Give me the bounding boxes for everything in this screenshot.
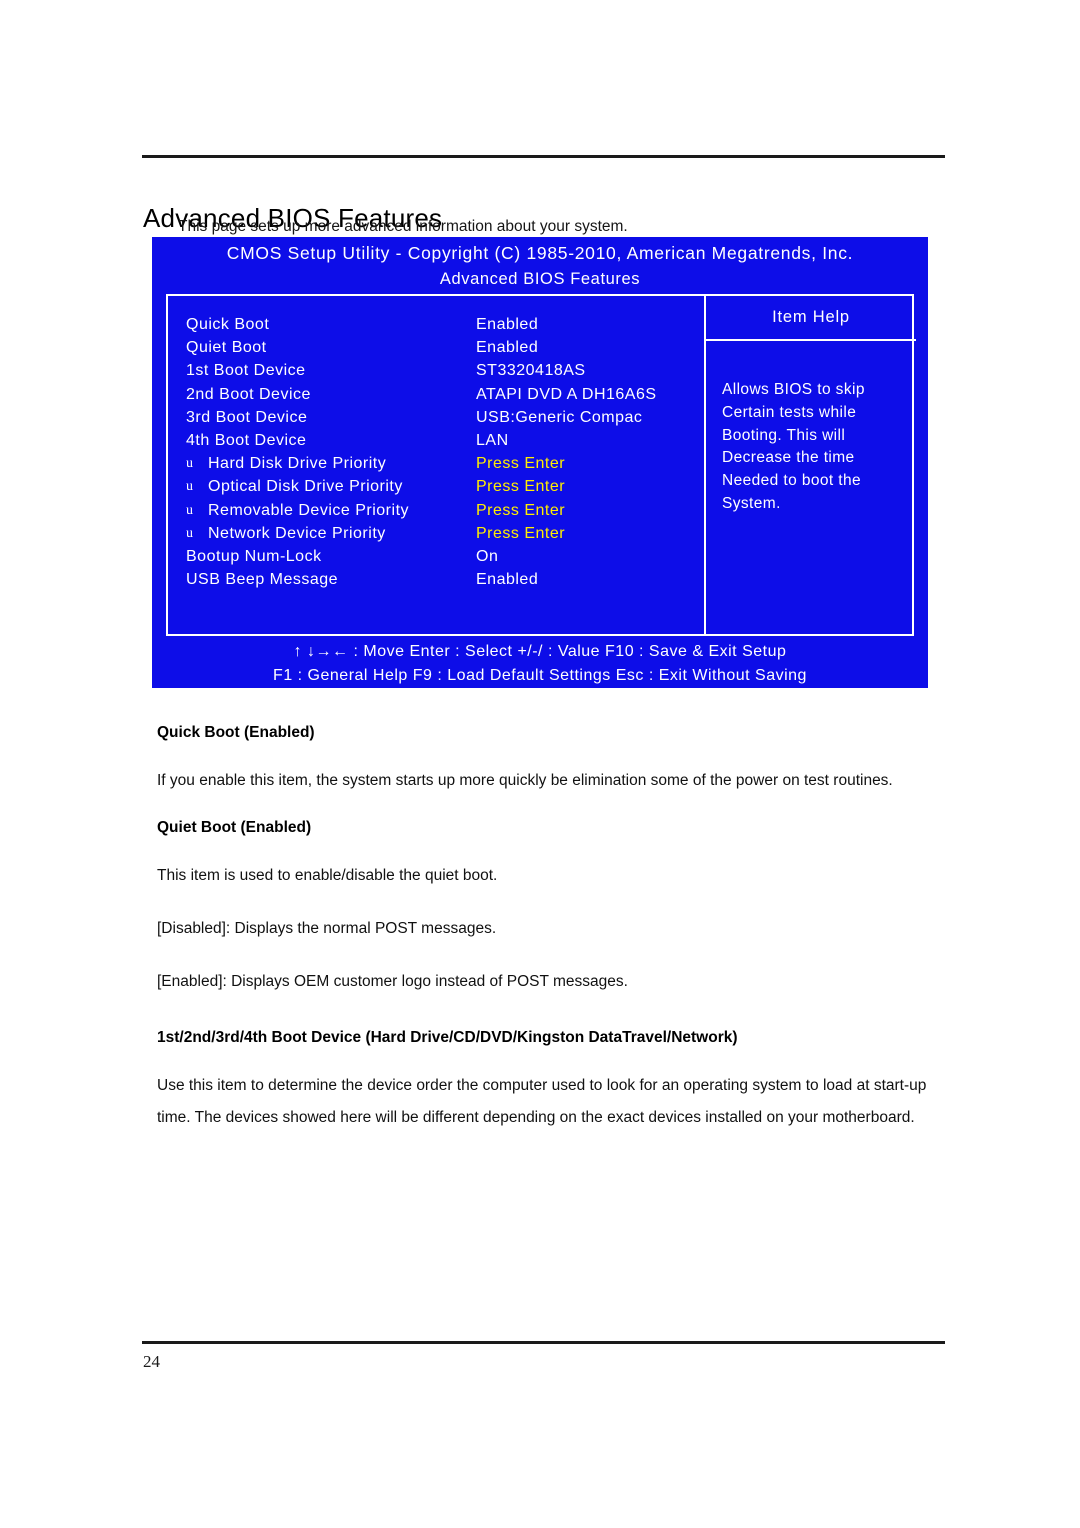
setting-value[interactable]: On [476, 548, 498, 566]
section-paragraph: [Disabled]: Displays the normal POST mes… [157, 920, 497, 937]
setting-row-bootup-num-lock[interactable]: Bootup Num-Lock On [186, 548, 696, 571]
section-heading-quiet-boot: Quiet Boot (Enabled) [157, 819, 312, 836]
setting-row-usb-beep-message[interactable]: USB Beep Message Enabled [186, 571, 696, 594]
setting-value[interactable]: ST3320418AS [476, 362, 586, 380]
setting-value[interactable]: USB:Generic Compac [476, 409, 642, 427]
submenu-arrow-icon: u [186, 525, 194, 541]
document-page: Advanced BIOS Features This page sets up… [0, 0, 1080, 1528]
setting-value[interactable]: Press Enter [476, 502, 565, 520]
section-paragraph: If you enable this item, the system star… [157, 772, 893, 789]
setting-row-quick-boot[interactable]: Quick Boot Enabled [186, 316, 696, 339]
setting-value[interactable]: Press Enter [476, 455, 565, 473]
item-help-line: System. [722, 494, 781, 512]
setting-row-2nd-boot-device[interactable]: 2nd Boot Device ATAPI DVD A DH16A6S [186, 386, 696, 409]
setting-row-4th-boot-device[interactable]: 4th Boot Device LAN [186, 432, 696, 455]
bios-page-header: Advanced BIOS Features [439, 270, 641, 288]
setting-value[interactable]: Press Enter [476, 478, 565, 496]
key-legend-line-1: ↑ ↓→← : Move Enter : Select +/-/ : Value… [293, 643, 787, 660]
section-paragraph: Use this item to determine the device or… [157, 1077, 927, 1126]
page-number: 24 [143, 1352, 160, 1371]
item-help-line: Allows BIOS to skip [722, 381, 865, 398]
setting-label: Optical Disk Drive Priority [208, 478, 403, 496]
setting-label: Bootup Num-Lock [186, 547, 322, 565]
setting-label: 2nd Boot Device [186, 385, 311, 403]
item-help-text: Allows BIOS to skip Certain tests while … [722, 379, 912, 516]
item-help-line: Booting. This will [722, 426, 846, 444]
item-help-line: Needed to boot the [722, 472, 862, 490]
setting-value[interactable]: Enabled [476, 339, 538, 357]
setting-label: Quiet Boot [186, 339, 267, 357]
setting-label: USB Beep Message [186, 571, 339, 589]
bios-settings-list: Quick Boot Enabled Quiet Boot Enabled 1s… [186, 316, 696, 594]
section-paragraph: [Enabled]: Displays OEM customer logo in… [157, 973, 628, 990]
submenu-arrow-icon: u [186, 502, 194, 518]
bios-main-frame: Quick Boot Enabled Quiet Boot Enabled 1s… [166, 294, 916, 636]
bios-setup-screen: CMOS Setup Utility - Copyright (C) 1985-… [152, 237, 928, 688]
setting-value[interactable]: LAN [476, 432, 509, 450]
item-help-line: Certain tests while [722, 403, 857, 421]
setting-label: Removable Device Priority [208, 501, 410, 519]
setting-value[interactable]: Press Enter [476, 525, 565, 543]
bios-settings-panel: Quick Boot Enabled Quiet Boot Enabled 1s… [168, 296, 706, 634]
section-paragraph: This item is used to enable/disable the … [157, 867, 498, 884]
bios-key-legend: ↑ ↓→← : Move Enter : Select +/-/ : Value… [166, 640, 914, 688]
key-legend-line-2: F1 : General Help F9 : Load Default Sett… [273, 667, 807, 684]
bios-copyright-header: CMOS Setup Utility - Copyright (C) 1985-… [226, 243, 854, 263]
page-subtitle: This page sets up more advanced informat… [178, 218, 628, 235]
setting-row-1st-boot-device[interactable]: 1st Boot Device ST3320418AS [186, 362, 696, 385]
submenu-arrow-icon: u [186, 456, 194, 472]
setting-row-3rd-boot-device[interactable]: 3rd Boot Device USB:Generic Compac [186, 409, 696, 432]
item-help-heading: Item Help [706, 296, 916, 341]
section-heading-boot-device: 1st/2nd/3rd/4th Boot Device (Hard Drive/… [157, 1029, 738, 1046]
item-help-panel: Item Help Allows BIOS to skip Certain te… [706, 296, 916, 634]
setting-row-quiet-boot[interactable]: Quiet Boot Enabled [186, 339, 696, 362]
section-heading-quick-boot: Quick Boot (Enabled) [157, 724, 315, 741]
setting-row-optical-disk-drive-priority[interactable]: u Optical Disk Drive Priority Press Ente… [186, 478, 696, 501]
setting-label: 1st Boot Device [186, 362, 306, 380]
footer-divider-rule [142, 1341, 945, 1344]
setting-label: Network Device Priority [208, 524, 386, 542]
setting-row-network-device-priority[interactable]: u Network Device Priority Press Enter [186, 525, 696, 548]
body-copy: Quick Boot (Enabled) If you enable this … [157, 724, 947, 1156]
header-divider-rule [142, 155, 945, 158]
setting-label: Quick Boot [186, 316, 270, 333]
setting-value[interactable]: Enabled [476, 571, 538, 589]
setting-row-removable-device-priority[interactable]: u Removable Device Priority Press Enter [186, 502, 696, 525]
submenu-arrow-icon: u [186, 479, 194, 495]
setting-label: Hard Disk Drive Priority [208, 455, 387, 473]
setting-label: 4th Boot Device [186, 431, 307, 449]
setting-row-hard-disk-drive-priority[interactable]: u Hard Disk Drive Priority Press Enter [186, 455, 696, 478]
setting-value[interactable]: Enabled [476, 316, 538, 334]
item-help-line: Decrease the time [722, 449, 855, 467]
setting-value[interactable]: ATAPI DVD A DH16A6S [476, 386, 657, 404]
setting-label: 3rd Boot Device [186, 408, 308, 426]
